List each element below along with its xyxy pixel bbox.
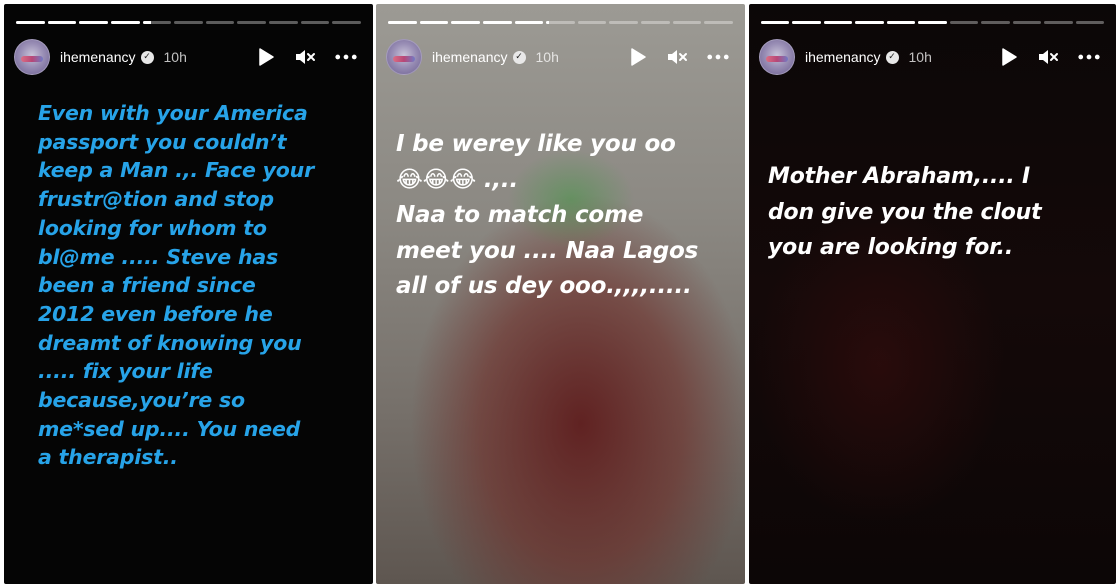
progress-segment xyxy=(205,21,235,24)
story-header: ihemenancy ✓ 10h xyxy=(14,38,363,76)
more-options-icon[interactable] xyxy=(707,46,729,68)
progress-segment xyxy=(110,21,140,24)
progress-segment xyxy=(949,21,979,24)
username[interactable]: ihemenancy xyxy=(805,49,881,65)
avatar[interactable] xyxy=(759,39,795,75)
muted-speaker-icon[interactable] xyxy=(1038,46,1060,68)
more-options-icon[interactable] xyxy=(335,46,357,68)
progress-segment xyxy=(855,21,884,24)
story-progress-bar xyxy=(761,21,1104,24)
progress-segment xyxy=(451,21,480,24)
progress-segment xyxy=(1075,21,1104,24)
progress-segment xyxy=(16,21,45,24)
progress-segment xyxy=(761,21,790,24)
avatar[interactable] xyxy=(386,39,422,75)
progress-segment xyxy=(79,21,108,24)
story-caption: Even with your America passport you coul… xyxy=(38,101,314,470)
progress-segment xyxy=(546,21,575,24)
progress-segment xyxy=(482,21,512,24)
progress-segment xyxy=(47,21,77,24)
progress-segment xyxy=(1044,21,1073,24)
story-panel-2[interactable]: ihemenancy ✓ 10h I be werey like you oo … xyxy=(376,4,745,584)
progress-segment xyxy=(886,21,916,24)
avatar[interactable] xyxy=(14,39,50,75)
muted-speaker-icon[interactable] xyxy=(295,46,317,68)
verified-badge-icon: ✓ xyxy=(512,50,526,64)
progress-segment xyxy=(388,21,417,24)
story-progress-bar xyxy=(16,21,362,24)
progress-segment xyxy=(981,21,1010,24)
progress-segment xyxy=(269,21,298,24)
story-panel-3[interactable]: ihemenancy ✓ 10h Mother Abraham,.... I d… xyxy=(749,4,1116,584)
progress-segment xyxy=(142,21,172,24)
story-progress-bar xyxy=(388,21,734,24)
story-panel-1[interactable]: ihemenancy ✓ 10h Even with your America … xyxy=(4,4,373,584)
post-time: 10h xyxy=(163,49,187,65)
progress-segment xyxy=(704,21,734,24)
progress-segment xyxy=(823,21,853,24)
muted-speaker-icon[interactable] xyxy=(667,46,689,68)
username[interactable]: ihemenancy xyxy=(60,49,136,65)
progress-segment xyxy=(237,21,267,24)
progress-segment xyxy=(918,21,947,24)
progress-segment xyxy=(332,21,362,24)
username[interactable]: ihemenancy xyxy=(432,49,508,65)
progress-segment xyxy=(792,21,821,24)
progress-segment xyxy=(641,21,670,24)
play-icon[interactable] xyxy=(998,46,1020,68)
progress-segment xyxy=(672,21,702,24)
progress-segment xyxy=(609,21,639,24)
progress-segment xyxy=(174,21,203,24)
progress-segment xyxy=(514,21,544,24)
more-options-icon[interactable] xyxy=(1078,46,1100,68)
story-caption: Mother Abraham,.... I don give you the c… xyxy=(768,164,1042,260)
story-header: ihemenancy ✓ 10h xyxy=(386,38,735,76)
verified-badge-icon: ✓ xyxy=(885,50,899,64)
post-time: 10h xyxy=(908,49,932,65)
progress-segment xyxy=(300,21,330,24)
story-caption: I be werey like you oo 😂😂😂 .,.. Naa to m… xyxy=(396,131,699,299)
story-header: ihemenancy ✓ 10h xyxy=(759,38,1106,76)
play-icon[interactable] xyxy=(255,46,277,68)
progress-segment xyxy=(577,21,607,24)
progress-segment xyxy=(419,21,449,24)
play-icon[interactable] xyxy=(627,46,649,68)
progress-segment xyxy=(1012,21,1042,24)
post-time: 10h xyxy=(535,49,559,65)
verified-badge-icon: ✓ xyxy=(140,50,154,64)
